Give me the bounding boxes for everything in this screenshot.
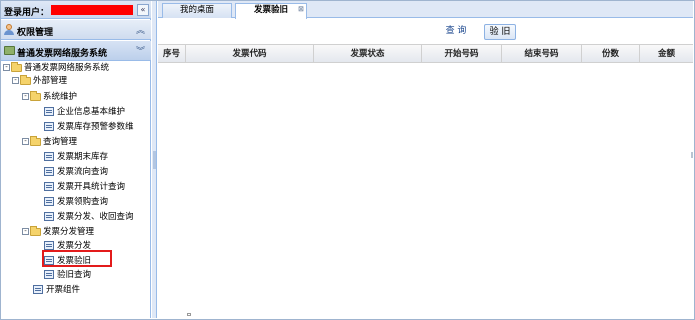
accordion-title: 权限管理 [17,28,54,38]
collapse-toggle-icon[interactable]: - [12,77,19,84]
page-icon [44,212,54,221]
page-icon [44,122,54,131]
page-icon [44,241,54,250]
page-icon [44,152,54,161]
page-icon [44,270,54,279]
collapse-panel-button[interactable]: « [137,4,149,16]
grid-body [158,64,693,314]
tree-node-system-maintenance[interactable]: - 系统维护 [22,90,77,103]
folder-icon [30,225,41,236]
grid-header: 序号 发票代码 发票状态 开始号码 结束号码 份数 金额 [158,44,693,63]
page-icon [44,167,54,176]
user-bar: 登录用户： « [1,1,151,19]
page-icon [44,182,54,191]
tree-node-enterprise-info[interactable]: 企业信息基本维护 [44,106,125,118]
accordion-title: 普通发票网络服务系统 [17,49,108,59]
main-panel: 我的桌面 发票验旧 ⊠ 查 询 验 旧 序号 发票代码 发票状态 开始号码 结束… [158,1,693,318]
close-icon[interactable]: ⊠ [298,3,304,16]
collapse-toggle-icon[interactable]: - [22,228,29,235]
column-header-invoice-code[interactable]: 发票代码 [186,45,314,63]
tree-node-flow-query[interactable]: 发票流向查询 [44,166,108,178]
tree-node-period-end-stock[interactable]: 发票期末库存 [44,151,108,163]
tab-bar: 我的桌面 发票验旧 ⊠ [158,1,693,19]
column-header-invoice-status[interactable]: 发票状态 [314,45,422,63]
tree-node-purchase-query[interactable]: 发票领购查询 [44,196,108,208]
folder-icon [20,74,31,85]
column-header-start-number[interactable]: 开始号码 [422,45,502,63]
tree-node-root[interactable]: - 普通发票网络服务系统 [3,61,109,74]
toolbar: 查 询 验 旧 [158,19,693,43]
collapse-toggle-icon[interactable]: - [22,138,29,145]
column-header-index[interactable]: 序号 [158,45,186,63]
accordion-permission-management[interactable]: 权限管理 ︽ [1,20,151,40]
column-header-end-number[interactable]: 结束号码 [502,45,582,63]
tree-node-distribution-query[interactable]: 发票分发、收回查询 [44,211,134,223]
redacted-username [51,5,133,15]
tree-node-distribution-management[interactable]: - 发票分发管理 [22,225,94,238]
column-header-copies[interactable]: 份数 [582,45,640,63]
collapse-toggle-icon[interactable]: - [22,93,29,100]
splitter-grip[interactable] [153,151,156,169]
logged-in-user-label: 登录用户： [4,8,50,18]
folder-icon [30,135,41,146]
query-button[interactable]: 查 询 [441,24,471,40]
panel-splitter[interactable] [152,1,157,318]
chevron-up-icon[interactable]: ︽ [136,23,145,36]
verify-old-button[interactable]: 验 旧 [484,24,516,40]
page-icon [33,285,43,294]
tree-node-issuance-stats[interactable]: 发票开具统计查询 [44,181,125,193]
accordion-invoice-network-system[interactable]: 普通发票网络服务系统 ︾ [1,41,151,61]
folder-icon [30,90,41,101]
resize-handle[interactable] [187,313,191,316]
tree-node-external[interactable]: - 外部管理 [12,74,67,87]
selection-highlight [42,250,112,267]
page-icon [44,107,54,116]
left-panel: 登录用户： « 权限管理 ︽ 普通发票网络服务系统 ︾ - 普通发票网络服务系统 … [1,1,151,318]
tab-invoice-verify-old[interactable]: 发票验旧 ⊠ [235,3,307,19]
tree-node-stock-warning[interactable]: 发票库存预警参数维 [44,121,134,133]
tree-node-query-management[interactable]: - 查询管理 [22,135,77,148]
tree-node-verify-old-query[interactable]: 验旧查询 [44,269,91,281]
scrollbar-marker [691,152,693,158]
column-header-amount[interactable]: 金额 [640,45,693,63]
chevron-down-icon[interactable]: ︾ [136,44,145,57]
collapse-toggle-icon[interactable]: - [3,64,10,71]
page-icon [44,197,54,206]
app-icon [4,46,15,55]
tab-my-desktop[interactable]: 我的桌面 [162,3,232,18]
tree-node-issue-component[interactable]: 开票组件 [33,284,80,296]
user-icon [4,24,14,35]
folder-icon [11,61,22,72]
